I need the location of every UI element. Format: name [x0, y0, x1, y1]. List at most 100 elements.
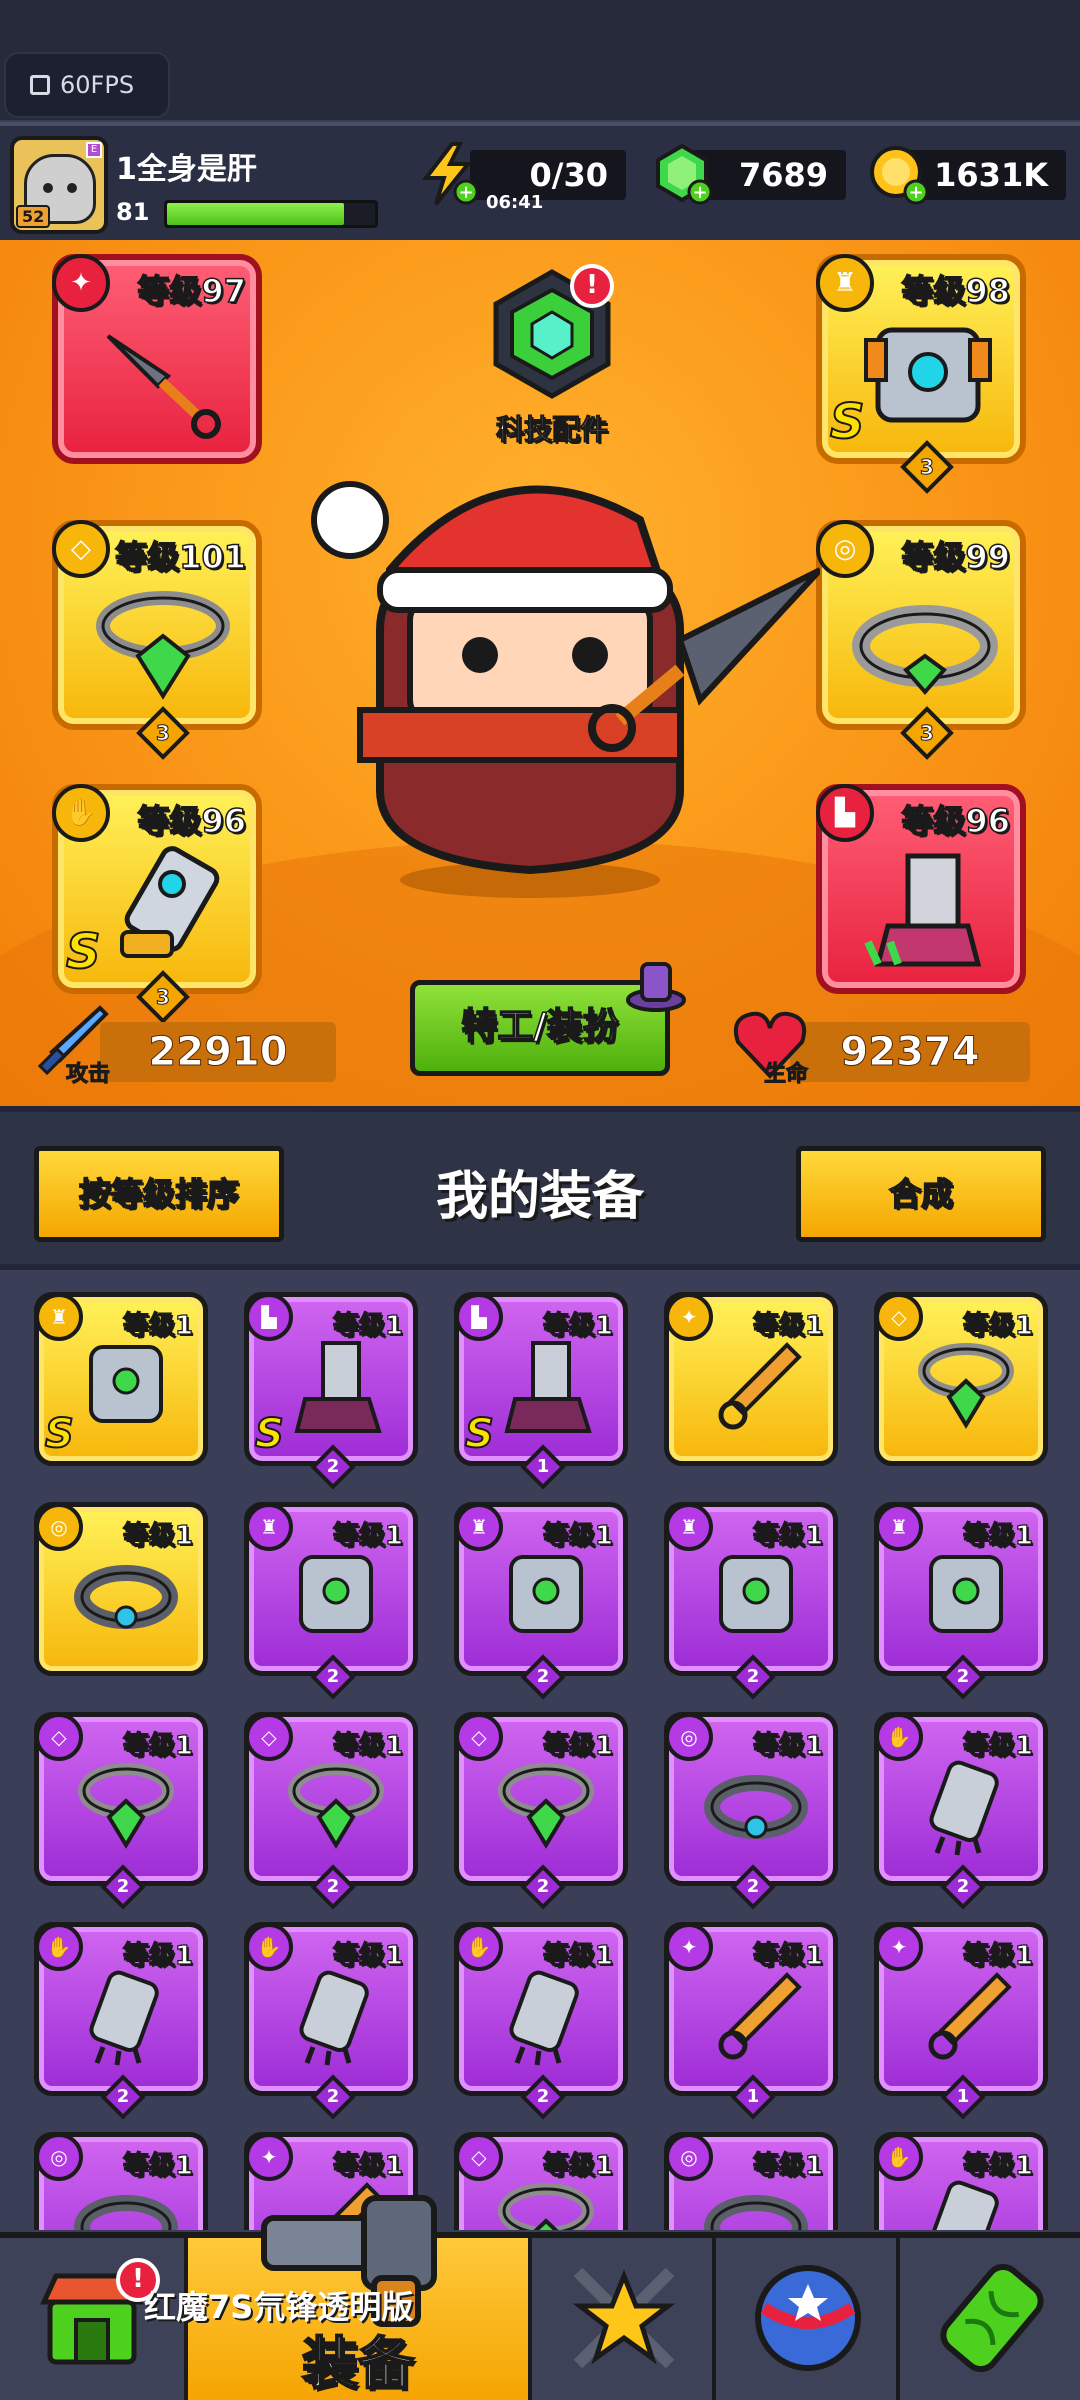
tech-accessory-button[interactable]: ! 科技配件 [478, 264, 626, 447]
star-badge: 3 [136, 706, 190, 760]
star-badge: 2 [310, 2074, 356, 2120]
star-badge: 2 [310, 1864, 356, 1910]
equip-slot-belt[interactable]: ◎ 等级99 3 [816, 520, 1026, 760]
gear-card[interactable]: ✋ 等级1 2 [34, 1922, 208, 2120]
nav-hero-tab[interactable] [528, 2238, 712, 2400]
nav-equipment-label: 装备 [301, 2331, 415, 2398]
gear-card[interactable]: ◎ 等级1 [34, 2132, 208, 2230]
gold-counter[interactable]: 1631K [906, 150, 1066, 200]
equip-slot-weapon[interactable]: ✦ 等级97 [52, 254, 262, 464]
gear-level: 等级1 [332, 2150, 403, 2181]
s-rank-badge: S [829, 393, 866, 451]
glove-icon [299, 1970, 369, 2066]
belt-icon [74, 1565, 178, 1629]
belt-icon [852, 605, 998, 696]
game-screen: 60FPS E 52 1全身是肝 81 + 0/30 06:41 + 7689 … [0, 0, 1080, 2400]
armor-icon [719, 1555, 793, 1633]
gear-card[interactable]: ♜ 等级1 2 [664, 1502, 838, 1700]
slot-level: 等级96 [137, 801, 247, 841]
star-count: 3 [156, 984, 171, 1009]
gear-card[interactable]: ✋ 等级1 [874, 2132, 1048, 2230]
star-count: 2 [116, 1876, 130, 1897]
gem-value: 7689 [738, 156, 828, 194]
glove-type-icon: ✋ [875, 1713, 923, 1761]
attack-label: 攻击 [65, 1062, 111, 1088]
gear-card[interactable]: ✦ 等级1 1 [874, 1922, 1048, 2120]
star-count: 2 [536, 2086, 550, 2107]
armor-type-icon: ♜ [455, 1503, 503, 1551]
slot-level: 等级98 [901, 271, 1011, 311]
equip-slot-glove[interactable]: ✋ 等级96 S 3 [52, 784, 262, 1024]
star-count: 2 [326, 1666, 340, 1687]
gear-card[interactable]: ♜ 等级1 2 [454, 1502, 628, 1700]
star-count: 2 [536, 1666, 550, 1687]
gear-card[interactable]: ◇ 等级1 [874, 1292, 1048, 1466]
gear-level: 等级1 [962, 1730, 1033, 1761]
star-count: 3 [920, 454, 935, 479]
gear-level: 等级1 [752, 1520, 823, 1551]
gear-card[interactable]: ♜ 等级1 2 [244, 1502, 418, 1700]
gear-level: 等级1 [962, 1310, 1033, 1341]
hp-label: 生命 [763, 1062, 809, 1088]
gear-level: 等级1 [542, 1520, 613, 1551]
gear-card[interactable]: ♜ 等级1 S [34, 1292, 208, 1466]
energy-value: 0/30 [529, 156, 608, 194]
merge-button[interactable]: 合成 [796, 1146, 1046, 1242]
gear-card[interactable]: ✦ 等级1 [664, 1292, 838, 1466]
armor-icon [929, 1555, 1003, 1633]
boot-type-icon: ▙ [816, 784, 874, 842]
glove-icon [509, 1970, 579, 2066]
star-count: 2 [326, 2086, 340, 2107]
weapon-type-icon: ✦ [875, 1923, 923, 1971]
equip-slot-armor[interactable]: ♜ 等级98 S 3 [816, 254, 1026, 494]
necklace-type-icon: ◇ [875, 1293, 923, 1341]
gear-card[interactable]: ◇ 等级1 2 [34, 1712, 208, 1910]
gear-card[interactable]: ♜ 等级1 2 [874, 1502, 1048, 1700]
weapon-type-icon: ✦ [665, 1293, 713, 1341]
weapon-type-icon: ✦ [52, 254, 110, 312]
slot-level: 等级97 [137, 271, 247, 311]
equip-slot-necklace[interactable]: ◇ 等级101 3 [52, 520, 262, 760]
star-badge: 2 [310, 1444, 356, 1490]
energy-timer: 06:41 [486, 192, 544, 213]
belt-type-icon: ◎ [665, 1713, 713, 1761]
gear-card[interactable]: ▙ 等级1 S 2 [244, 1292, 418, 1490]
necklace-icon [498, 1763, 594, 1849]
gear-card[interactable]: ✦ 等级1 1 [664, 1922, 838, 2120]
gear-level: 等级1 [542, 2150, 613, 2181]
gear-level: 等级1 [332, 1310, 403, 1341]
gear-card[interactable]: ▙ 等级1 S 1 [454, 1292, 628, 1490]
gear-card[interactable]: ◎ 等级1 [34, 1502, 208, 1676]
sort-by-level-button[interactable]: 按等级排序 [34, 1146, 284, 1242]
necklace-icon [918, 1343, 1014, 1429]
boot-type-icon: ▙ [455, 1293, 503, 1341]
gear-title: 我的装备 [435, 1167, 644, 1227]
gear-card[interactable]: ✋ 等级1 2 [244, 1922, 418, 2120]
gear-level: 等级1 [542, 1310, 613, 1341]
boot-type-icon: ▙ [245, 1293, 293, 1341]
gear-card[interactable]: ◎ 等级1 [664, 2132, 838, 2230]
gear-card[interactable]: ◎ 等级1 2 [664, 1712, 838, 1910]
star-badge: 2 [310, 1654, 356, 1700]
equip-slot-boot[interactable]: ▙ 等级96 [816, 784, 1026, 994]
hat-icon [626, 962, 686, 1012]
belt-icon [704, 2195, 808, 2230]
gear-card[interactable]: ◇ 等级1 2 [454, 1712, 628, 1910]
fps-counter: 60FPS [4, 52, 170, 118]
player-avatar[interactable]: E 52 [10, 136, 108, 234]
armor-icon [509, 1555, 583, 1633]
gear-card[interactable]: ✋ 等级1 2 [874, 1712, 1048, 1910]
hero-character [311, 481, 820, 898]
gear-card[interactable]: ◇ 等级1 2 [244, 1712, 418, 1910]
dna-capsule-icon [940, 2263, 1044, 2373]
gear-card[interactable]: ✋ 等级1 2 [454, 1922, 628, 2120]
gear-card[interactable]: ◇ 等级1 [454, 2132, 628, 2230]
nav-event-tab[interactable] [712, 2238, 896, 2400]
nav-lab-tab[interactable] [896, 2238, 1080, 2400]
gear-level: 等级1 [962, 1520, 1033, 1551]
necklace-icon [498, 2183, 594, 2230]
armor-type-icon: ♜ [245, 1503, 293, 1551]
star-count: 3 [156, 720, 171, 745]
resource-bar: E 52 1全身是肝 81 + 0/30 06:41 + 7689 + 1631… [0, 122, 1080, 240]
necklace-icon [288, 1763, 384, 1849]
